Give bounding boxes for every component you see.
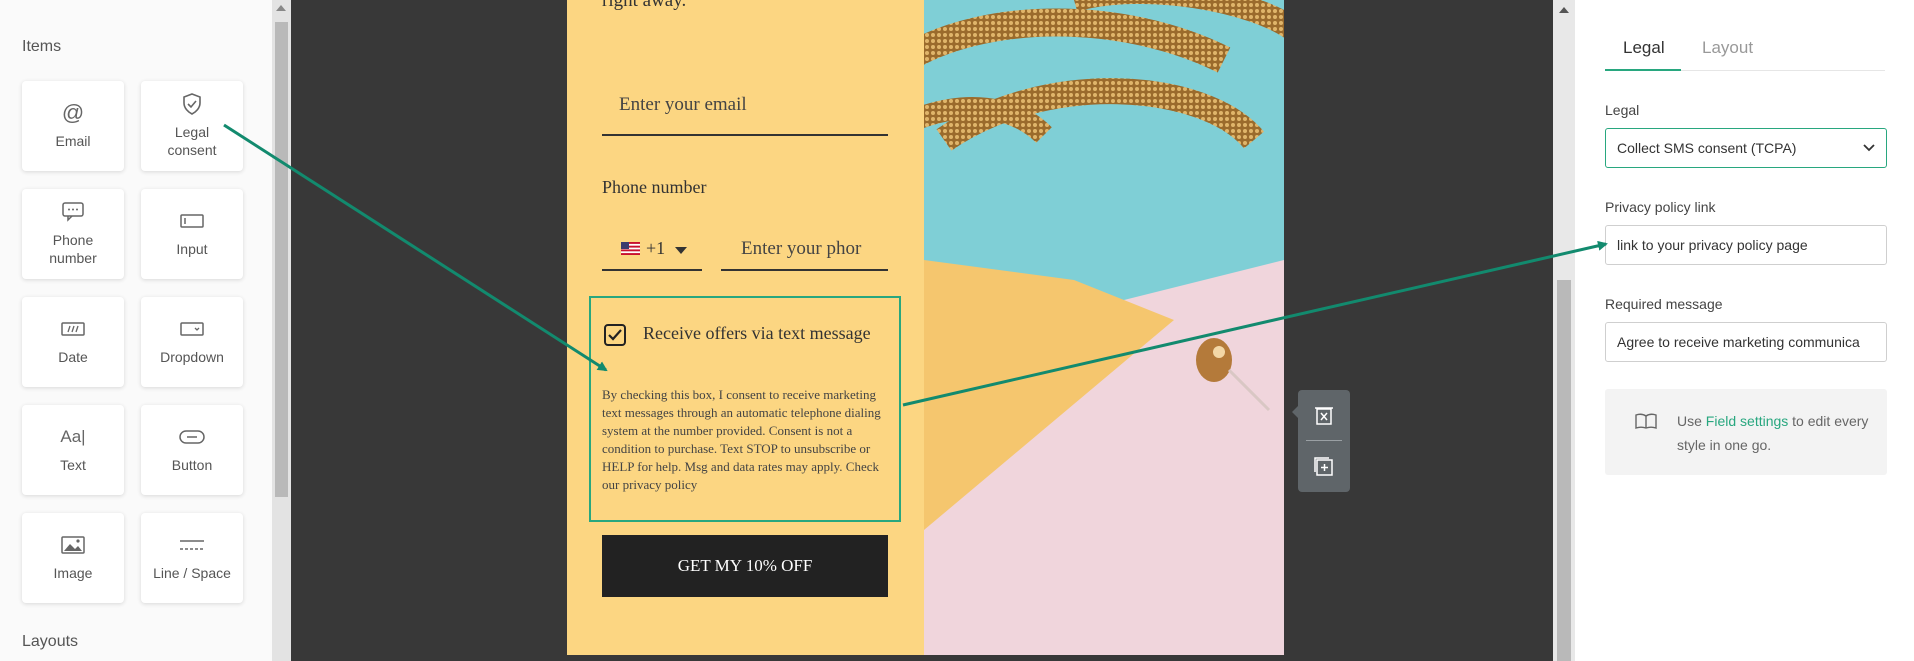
popup-headline: right away. [602,0,687,11]
field-settings-hint-text: Use Field settings to edit every style i… [1677,409,1872,457]
settings-panel: Legal Layout Legal Collect SMS consent (… [1575,0,1914,661]
item-image[interactable]: Image [22,513,124,603]
shield-check-icon [179,93,205,115]
sidebar-scrollbar[interactable] [272,0,291,661]
consent-body: By checking this box, I consent to recei… [602,387,881,492]
required-message-input[interactable]: Agree to receive marketing communica [1605,322,1887,362]
item-line-space[interactable]: Line / Space [141,513,243,603]
item-date-label: Date [58,349,88,365]
phone-input-underline [721,269,888,271]
item-date[interactable]: Date [22,297,124,387]
item-dropdown[interactable]: Dropdown [141,297,243,387]
layouts-section-title: Layouts [22,633,79,650]
at-icon: @ [61,100,85,125]
legal-select[interactable]: Collect SMS consent (TCPA) [1605,128,1887,168]
sms-icon [60,201,86,223]
sidebar-scrollbar-thumb[interactable] [275,22,288,497]
cta-button[interactable]: GET MY 10% OFF [602,535,888,597]
country-code[interactable]: +1 [646,238,665,259]
privacy-link-label: Privacy policy link [1605,199,1716,215]
popup-jewelry-image [924,0,1284,655]
items-section-title: Items [22,38,62,55]
item-legal-consent-label: Legal consent [167,124,217,158]
item-phone-number-label: Phone number [49,232,97,266]
field-settings-hint: Use Field settings to edit every style i… [1605,389,1887,475]
consent-checkbox[interactable] [604,324,626,346]
legal-field-label: Legal [1605,102,1640,118]
active-tab-indicator [1605,69,1681,71]
chevron-down-icon [1863,144,1875,152]
duplicate-element-button[interactable] [1311,454,1337,480]
button-icon [179,426,205,448]
input-field-icon [179,210,205,232]
scroll-up-arrow-icon[interactable] [1559,7,1569,13]
country-code-underline [602,269,702,271]
popup-form-column: right away. Enter your email Phone numbe… [567,0,924,655]
privacy-link-input[interactable]: link to your privacy policy page [1605,225,1887,265]
phone-input[interactable]: Enter your phor [741,238,861,260]
scroll-up-arrow-icon[interactable] [276,5,286,11]
text-icon: Aa| [60,427,86,446]
legal-select-value: Collect SMS consent (TCPA) [1617,140,1797,156]
item-text-label: Text [60,457,86,473]
item-button-label: Button [171,457,213,473]
canvas-scrollbar[interactable] [1553,0,1575,661]
toolbox-divider [1306,440,1342,441]
items-sidebar: Items @ Email Legal consent Phone number… [0,0,272,661]
country-dropdown-caret-icon[interactable] [675,247,687,254]
us-flag-icon [621,242,640,255]
element-toolbox [1298,390,1350,492]
item-text[interactable]: Aa| Text [22,405,124,495]
item-legal-consent[interactable]: Legal consent [141,81,243,171]
calendar-icon [60,318,86,340]
item-input[interactable]: Input [141,189,243,279]
duplicate-icon [1314,457,1333,476]
required-message-label: Required message [1605,296,1723,312]
canvas-scrollbar-thumb[interactable] [1557,280,1571,661]
item-image-label: Image [53,565,93,581]
tab-layout[interactable]: Layout [1702,38,1753,58]
popup-preview: right away. Enter your email Phone numbe… [567,0,1284,655]
tab-legal[interactable]: Legal [1623,38,1665,58]
consent-title: Receive offers via text message [643,323,871,343]
item-phone-number[interactable]: Phone number [22,189,124,279]
field-settings-link[interactable]: Field settings [1706,413,1788,429]
email-input[interactable]: Enter your email [619,94,747,116]
item-line-space-label: Line / Space [153,565,231,581]
email-input-underline [602,134,888,136]
item-input-label: Input [176,241,208,257]
divider-icon [179,534,205,556]
delete-element-button[interactable] [1311,402,1337,428]
legal-consent-block[interactable]: Receive offers via text message By check… [589,296,901,522]
item-dropdown-label: Dropdown [160,349,224,365]
item-email[interactable]: @ Email [22,81,124,171]
book-icon [1635,413,1657,429]
delete-icon [1315,407,1333,425]
dropdown-icon [179,318,205,340]
image-icon [60,534,86,556]
phone-number-label: Phone number [602,177,707,197]
editor-canvas: right away. Enter your email Phone numbe… [291,0,1553,661]
checkmark-icon [608,329,622,341]
jewelry-photo [924,0,1284,655]
item-button[interactable]: Button [141,405,243,495]
item-email-label: Email [55,133,91,149]
hint-prefix: Use [1677,413,1702,429]
